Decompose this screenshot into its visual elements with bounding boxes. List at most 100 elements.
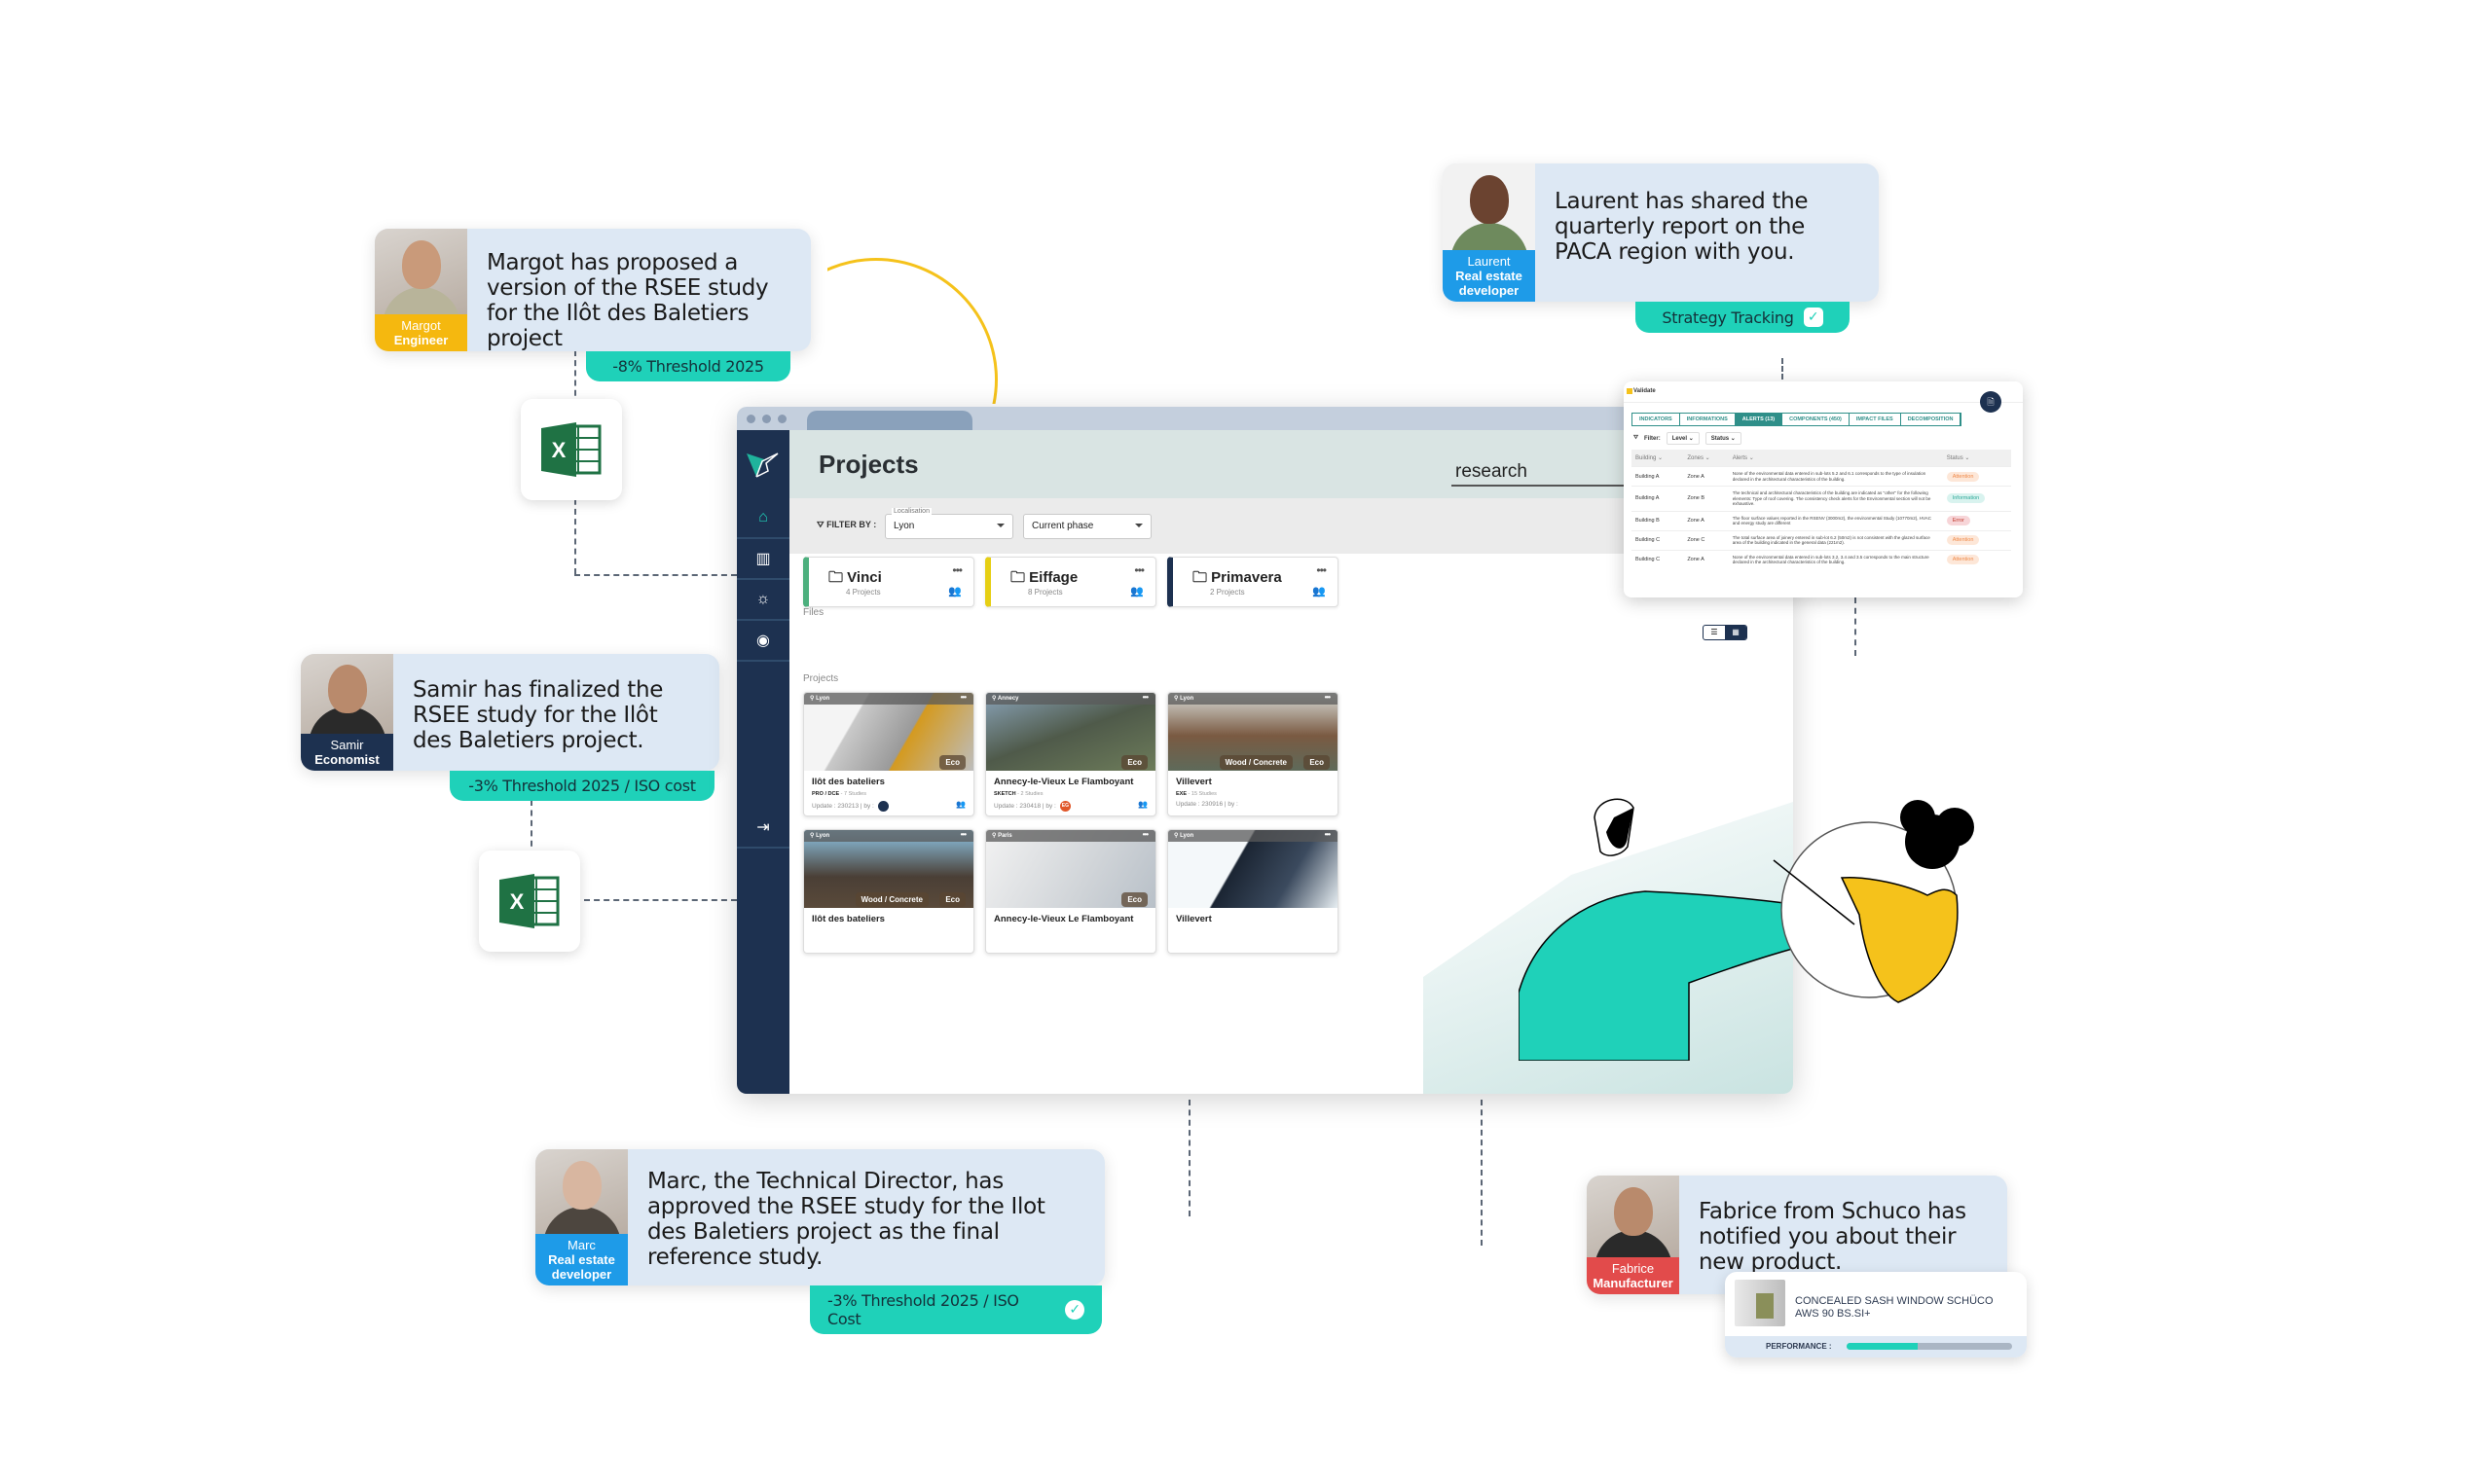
- column-header[interactable]: Building ⌄: [1631, 450, 1684, 467]
- avatar: Samir Economist: [301, 654, 393, 771]
- svg-text:X: X: [510, 889, 525, 914]
- alerts-tab[interactable]: IMPACT FILES: [1850, 414, 1901, 425]
- search-input[interactable]: research: [1451, 459, 1636, 487]
- project-card[interactable]: ⚲ Lyon ••• Eco Ilôt des bateliers PRO / D…: [803, 692, 974, 816]
- status-filter[interactable]: Status ⌄: [1704, 432, 1741, 445]
- list-view-icon[interactable]: ☰: [1704, 626, 1725, 639]
- more-options-icon[interactable]: •••: [961, 693, 967, 702]
- alert-row[interactable]: Building B Zone A The floor surface valu…: [1631, 510, 2011, 530]
- zone-cell: Zone A: [1683, 466, 1729, 487]
- window-control[interactable]: [747, 415, 755, 423]
- library-icon: ▥: [755, 551, 771, 567]
- more-options-icon[interactable]: •••: [1325, 693, 1331, 702]
- sidebar-item[interactable]: ▥: [737, 539, 789, 580]
- notification-message: Samir has finalized the RSEE study for t…: [413, 677, 664, 753]
- notification-margot[interactable]: Margot Engineer Margot has proposed a ver…: [375, 229, 811, 351]
- alert-row[interactable]: Building C Zone C The total surface area…: [1631, 529, 2011, 550]
- project-badge: Wood / Concrete: [1219, 755, 1293, 770]
- notification-samir[interactable]: Samir Economist Samir has finalized the R…: [301, 654, 719, 771]
- column-header[interactable]: Status ⌄: [1942, 450, 2011, 467]
- alert-row[interactable]: Building C Zone A None of the environmen…: [1631, 549, 2011, 569]
- users-icon: 👥: [1130, 586, 1144, 597]
- filter-label: Filter:: [1644, 435, 1661, 442]
- zone-cell: Zone A: [1683, 549, 1729, 569]
- phase-select[interactable]: Current phase: [1023, 514, 1152, 539]
- folder-count: 2 Projects: [1210, 588, 1245, 597]
- alerts-table: Building ⌄ Zones ⌄ Alerts ⌄ Status ⌄ Buildi…: [1631, 450, 2011, 569]
- alerts-tabs: INDICATORS INFORMATIONS ALERTS (13) COMPONE…: [1631, 413, 1962, 426]
- status-badge: Attention: [1946, 471, 1980, 482]
- threshold-tag[interactable]: -3% Threshold 2025 / ISO Cost ✓: [810, 1285, 1102, 1334]
- performance-bar: [1847, 1343, 2012, 1350]
- filter-label: ⛛ FILTER BY :: [817, 520, 877, 529]
- project-phase: SKETCH - 2 Studies: [994, 791, 1044, 797]
- view-toggle[interactable]: ☰ ▦: [1703, 625, 1747, 640]
- more-options-icon[interactable]: •••: [1316, 563, 1327, 577]
- folder-card[interactable]: 🗀 Primavera 2 Projects ••• 👥: [1167, 557, 1338, 607]
- column-header[interactable]: Zones ⌄: [1683, 450, 1729, 467]
- avatar: Fabrice Manufacturer: [1587, 1176, 1679, 1294]
- performance-fill: [1847, 1343, 1919, 1350]
- zone-cell: Zone C: [1683, 529, 1729, 550]
- project-card[interactable]: ⚲ Lyon ••• Villevert: [1167, 829, 1338, 954]
- performance-label: PERFORMANCE :: [1766, 1342, 1832, 1351]
- project-card[interactable]: ⚲ Lyon ••• Wood / Concrete Eco Ilôt des ba…: [803, 829, 974, 954]
- status-cell: Attention: [1942, 529, 2011, 550]
- browser-tab[interactable]: [807, 411, 972, 430]
- threshold-tag: -8% Threshold 2025: [586, 351, 790, 381]
- status-cell: Attention: [1942, 466, 2011, 487]
- project-card[interactable]: ⚲ Annecy ••• Eco Annecy-le-Vieux Le Flamb…: [985, 692, 1156, 816]
- excel-file-icon[interactable]: X: [521, 399, 622, 500]
- alerts-tab[interactable]: COMPONENTS (450): [1782, 414, 1850, 425]
- projects-section-label: Projects: [803, 673, 839, 684]
- sidebar-item[interactable]: ⌂: [737, 498, 789, 539]
- alert-cell: The technical and architectural characte…: [1728, 486, 1943, 511]
- excel-file-icon[interactable]: X: [479, 851, 580, 952]
- notification-marc[interactable]: Marc Real estate developer Marc, the Tech…: [535, 1149, 1105, 1285]
- project-card[interactable]: ⚲ Lyon ••• Wood / Concrete Eco Villevert E…: [1167, 692, 1338, 816]
- users-icon: 👥: [1138, 800, 1148, 809]
- window-control[interactable]: [762, 415, 771, 423]
- folder-card[interactable]: 🗀 Vinci 4 Projects ••• 👥: [803, 557, 974, 607]
- column-header[interactable]: Alerts ⌄: [1728, 450, 1943, 467]
- alerts-tab[interactable]: INFORMATIONS: [1680, 414, 1736, 425]
- building-cell: Building A: [1631, 486, 1684, 511]
- product-card[interactable]: CONCEALED SASH WINDOW SCHÜCO AWS 90 BS.S…: [1725, 1272, 2027, 1357]
- sidebar-item[interactable]: ⇥: [737, 808, 789, 849]
- strategy-tracking-tag[interactable]: Strategy Tracking ✓: [1635, 302, 1850, 333]
- sidebar-item[interactable]: ☼: [737, 580, 789, 621]
- grid-view-icon[interactable]: ▦: [1725, 626, 1746, 639]
- window-control[interactable]: [778, 415, 787, 423]
- project-card[interactable]: ⚲ Paris ••• Eco Annecy-le-Vieux Le Flambo…: [985, 829, 1156, 954]
- app-logo[interactable]: [737, 430, 789, 498]
- alert-row[interactable]: Building A Zone A None of the environmen…: [1631, 466, 2011, 487]
- sidebar-item[interactable]: ◉: [737, 621, 789, 662]
- alert-row[interactable]: Building A Zone B The technical and arch…: [1631, 486, 2011, 511]
- more-options-icon[interactable]: •••: [952, 563, 963, 577]
- more-options-icon[interactable]: •••: [1134, 563, 1145, 577]
- localisation-select[interactable]: Localisation Lyon: [885, 508, 1013, 539]
- project-badge: Wood / Concrete: [855, 892, 929, 907]
- level-filter[interactable]: Level ⌄: [1666, 432, 1700, 445]
- logout-icon: ⇥: [756, 819, 770, 836]
- alerts-tab[interactable]: ALERTS (13): [1735, 414, 1783, 425]
- more-options-icon[interactable]: •••: [1143, 830, 1149, 839]
- more-options-icon[interactable]: •••: [1325, 830, 1331, 839]
- project-title: Ilôt des bateliers: [812, 914, 885, 924]
- role-label: Margot Engineer: [375, 314, 467, 351]
- project-location: Lyon: [816, 833, 830, 839]
- folder-card[interactable]: 🗀 Eiffage 8 Projects ••• 👥: [985, 557, 1156, 607]
- user-avatar[interactable]: [877, 801, 889, 812]
- user-avatar[interactable]: EG: [1059, 801, 1071, 812]
- alerts-tab[interactable]: INDICATORS: [1632, 414, 1680, 425]
- avatar: Margot Engineer: [375, 229, 467, 351]
- alerts-tab[interactable]: DECOMPOSITION: [1901, 414, 1961, 425]
- notification-laurent[interactable]: Laurent Real estate developer Laurent has…: [1443, 163, 1879, 302]
- more-options-icon[interactable]: •••: [961, 830, 967, 839]
- status-cell: Error: [1942, 510, 2011, 530]
- users-icon: 👥: [956, 800, 966, 809]
- connector-line: [1481, 1100, 1483, 1246]
- more-options-icon[interactable]: •••: [1143, 693, 1149, 702]
- notification-message: Margot has proposed a version of the RSE…: [487, 250, 769, 351]
- document-button[interactable]: 🗎: [1980, 391, 2001, 413]
